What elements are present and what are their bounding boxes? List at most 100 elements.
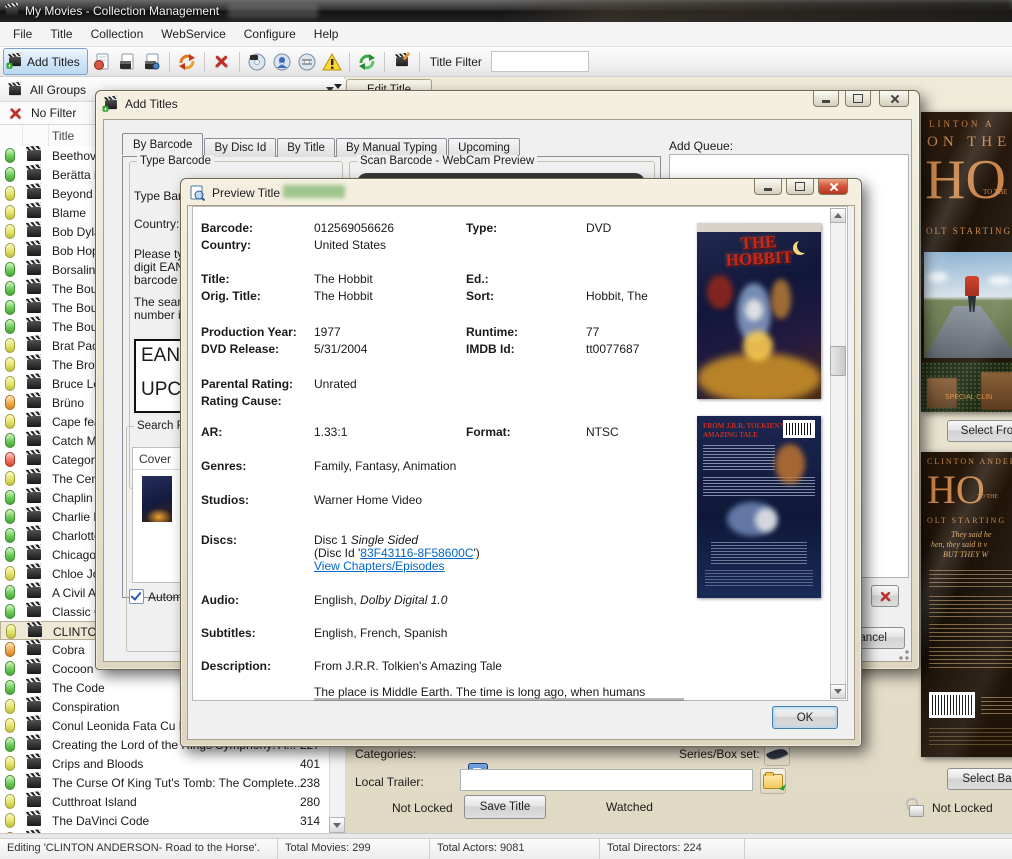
list-item[interactable]: Cutthroat Island 280 (0, 792, 328, 812)
status-bar: Editing 'CLINTON ANDERSON- Road to the H… (0, 838, 1012, 859)
list-item-count: 280 (294, 795, 320, 809)
resize-grip[interactable] (898, 649, 910, 661)
sync-orange-icon[interactable] (176, 51, 198, 73)
status-pill (6, 624, 16, 639)
tab-by-barcode[interactable]: By Barcode (122, 133, 203, 155)
clapper-icon (27, 682, 41, 693)
warning-icon[interactable] (321, 51, 343, 73)
select-back-button[interactable]: Select Ba (947, 768, 1012, 790)
maximize-button[interactable] (845, 91, 871, 107)
close-button[interactable] (879, 91, 909, 107)
status-section: Total Actors: 9081 (430, 839, 600, 859)
clapper-icon (27, 169, 41, 180)
automatically-checkbox[interactable] (129, 589, 144, 604)
save-collection-icon[interactable] (141, 51, 163, 73)
status-pill (5, 471, 15, 486)
toolbar-separator (384, 52, 385, 72)
all-groups-label: All Groups (30, 83, 86, 97)
save-title-button[interactable]: Save Title (464, 795, 546, 819)
field-label: Ed.: (466, 272, 489, 286)
hobbit-front-cover: THE HOBBIT (697, 223, 821, 399)
main-menubar: FileTitleCollectionWebServiceConfigureHe… (0, 22, 1012, 47)
field-label: Runtime: (466, 325, 518, 339)
select-front-button[interactable]: Select Fro (947, 420, 1012, 442)
hobbit-back-cover: FROM J.R.R. TOLKIEN'SAMAZING TALE (697, 416, 821, 598)
disc-person-icon[interactable] (271, 51, 293, 73)
title-filter-input[interactable] (491, 51, 589, 72)
preview-scrollbar[interactable] (830, 208, 846, 699)
add-from-web-icon[interactable] (91, 51, 113, 73)
menu-collection[interactable]: Collection (82, 23, 153, 45)
menu-webservice[interactable]: WebService (152, 23, 234, 45)
status-pill (5, 148, 15, 163)
status-pill (5, 547, 15, 562)
remove-queue-button[interactable] (871, 585, 899, 607)
scroll-down-button[interactable] (830, 684, 846, 699)
view-chapters-link[interactable]: View Chapters/Episodes (314, 559, 445, 573)
field-value: The Hobbit (314, 289, 373, 303)
status-section: Total Movies: 299 (278, 839, 430, 859)
menu-configure[interactable]: Configure (235, 23, 305, 45)
refresh-green-icon[interactable] (356, 51, 378, 73)
disc-burn-icon[interactable] (296, 51, 318, 73)
toolbar-separator (169, 52, 170, 72)
add-titles-toolbar-button[interactable]: + Add Titles (3, 48, 88, 75)
field-value: Warner Home Video (314, 493, 422, 507)
lock-icon[interactable] (906, 796, 926, 818)
ok-button[interactable]: OK (772, 706, 838, 729)
add-titles-icon: + (9, 57, 21, 66)
delete-title-icon[interactable] (211, 51, 233, 73)
list-item-count: 238 (294, 776, 320, 790)
list-item[interactable]: The Curse Of King Tut's Tomb: The Comple… (0, 773, 328, 793)
field-label: Type: (466, 221, 497, 235)
tab-by-title[interactable]: By Title (277, 138, 335, 157)
field-value: Hobbit, The (586, 289, 648, 303)
select-front-label: Select Fro (961, 425, 1012, 437)
tab-by-disc-id[interactable]: By Disc Id (204, 138, 276, 157)
field-value: English, French, Spanish (314, 626, 447, 640)
field-label: Production Year: (201, 325, 297, 339)
field-label: AR: (201, 425, 222, 439)
status-pill (5, 357, 15, 372)
field-value: Unrated (314, 377, 357, 391)
list-item[interactable]: Crips and Bloods401 (0, 754, 328, 774)
field-value: 5/31/2004 (314, 342, 367, 356)
title-filter-label: Title Filter (430, 55, 482, 69)
save-title-doc-icon[interactable] (116, 51, 138, 73)
clapper-icon (27, 530, 41, 541)
edit-title-icon[interactable] (391, 51, 413, 73)
disc-id-link[interactable]: 83F43116-8F58600C (360, 546, 473, 560)
field-label: Format: (466, 425, 511, 439)
field-label: Subtitles: (201, 626, 256, 640)
minimize-button[interactable] (813, 91, 839, 107)
select-back-label: Select Ba (962, 773, 1011, 785)
ean-text: EAN (141, 345, 180, 367)
clapper-icon (27, 758, 41, 769)
clapper-icon (27, 549, 41, 560)
title-column-label: Title (52, 129, 74, 143)
add-titles-tabs: By BarcodeBy Disc IdBy TitleBy Manual Ty… (122, 133, 521, 155)
list-item-title: Cutthroat Island (52, 795, 137, 809)
hobbit-back-text: FROM J.R.R. TOLKIEN'SAMAZING TALE (703, 422, 785, 440)
field-value: (Disc Id '83F43116-8F58600C') (314, 546, 480, 560)
clapper-icon (27, 302, 41, 313)
clapper-icon (27, 397, 41, 408)
menu-help[interactable]: Help (305, 23, 348, 45)
result-cover-thumbnail[interactable] (142, 476, 172, 522)
browse-trailer-button[interactable] (760, 768, 786, 794)
chevron-down-icon[interactable] (334, 84, 342, 89)
list-item[interactable]: The DaVinci Code314 (0, 811, 328, 831)
field-value: 1977 (314, 325, 341, 339)
status-pill (5, 281, 15, 296)
menu-title[interactable]: Title (41, 23, 81, 45)
status-pill (5, 338, 15, 353)
add-titles-dialog-icon: + (105, 99, 117, 108)
clapper-icon (27, 511, 41, 522)
local-trailer-input[interactable] (460, 769, 753, 791)
scroll-down-button[interactable] (329, 817, 345, 833)
disc-copy-icon[interactable] (246, 51, 268, 73)
menu-file[interactable]: File (4, 23, 41, 45)
scroll-thumb[interactable] (830, 346, 846, 376)
field-label: Rating Cause: (201, 394, 282, 408)
scroll-up-button[interactable] (830, 208, 846, 223)
